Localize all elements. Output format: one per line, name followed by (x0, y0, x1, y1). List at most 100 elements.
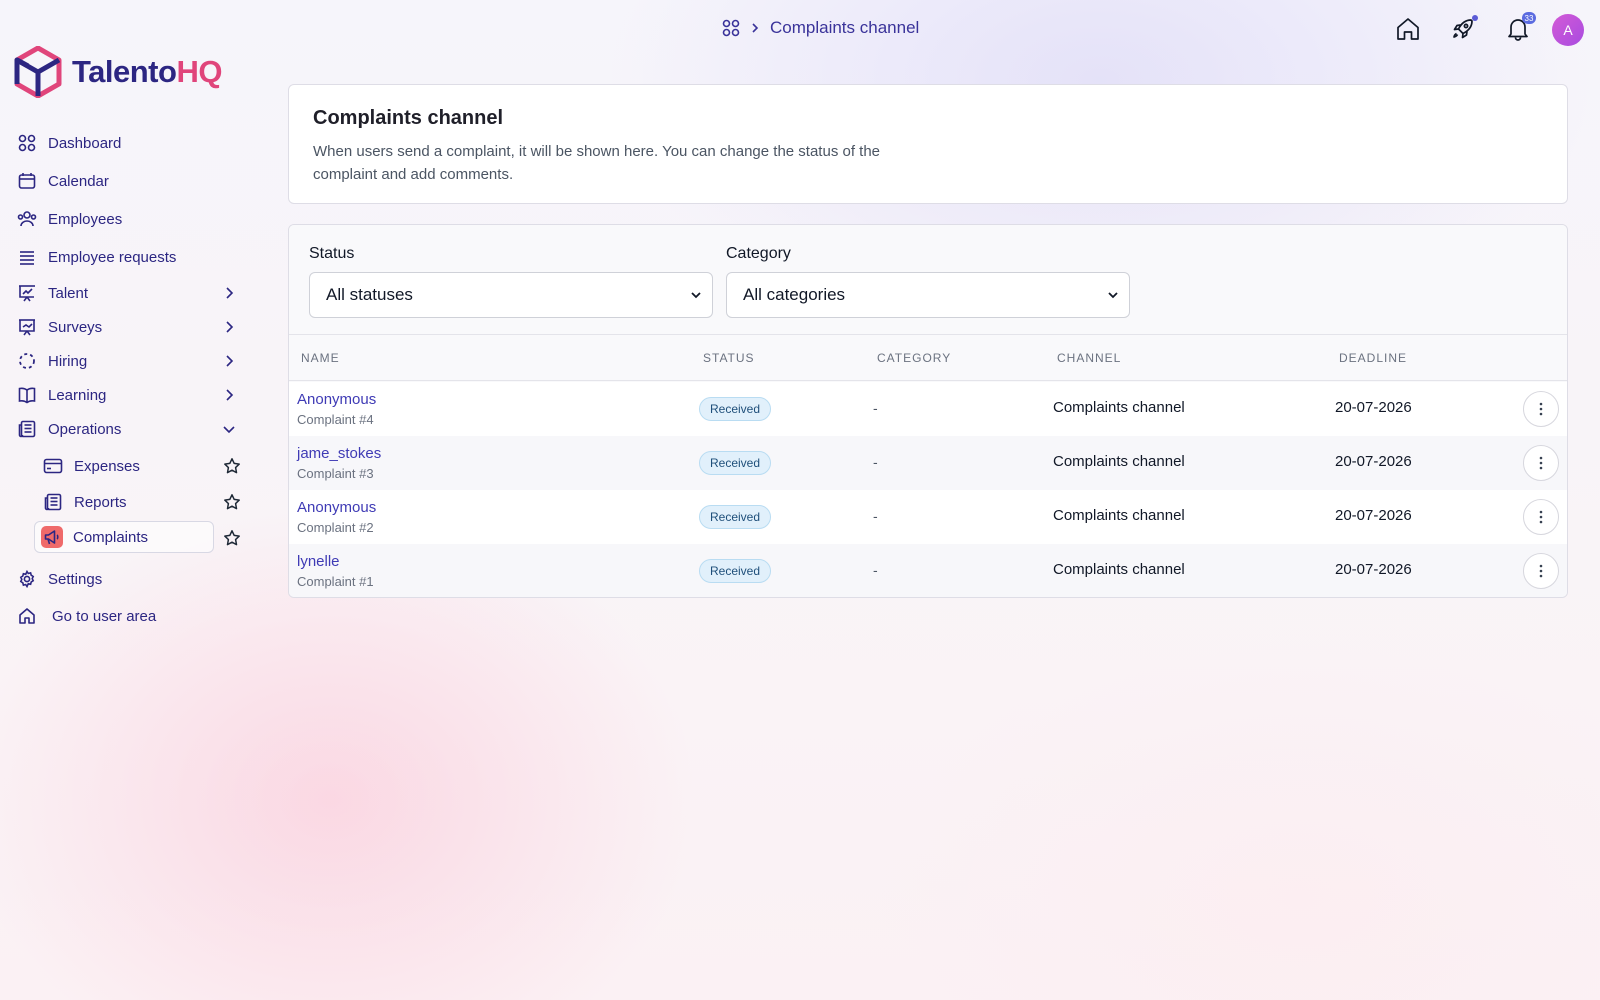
sidebar-item-employees[interactable]: Employees (16, 204, 244, 234)
sidebar-item-label: Reports (74, 493, 127, 511)
row-actions-button[interactable] (1523, 499, 1559, 535)
category-cell: - (873, 400, 878, 416)
cube-logo-icon (14, 46, 62, 98)
sidebar-item-employee-requests[interactable]: Employee requests (16, 242, 244, 272)
channel-cell: Complaints channel (1053, 561, 1185, 578)
column-header-name[interactable]: NAME (301, 351, 340, 365)
chevron-right-icon (220, 386, 238, 404)
newspaper-icon (16, 418, 38, 440)
column-header-category[interactable]: CATEGORY (877, 351, 951, 365)
chevron-right-icon (220, 284, 238, 302)
sidebar-item-label: Employees (48, 210, 123, 228)
complaint-author-link[interactable]: lynelle (297, 553, 374, 570)
grid-icon[interactable] (722, 19, 740, 37)
presentation-icon (16, 316, 38, 338)
status-badge: Received (699, 451, 772, 475)
dashboard-icon (16, 132, 38, 154)
column-header-channel[interactable]: CHANNEL (1057, 351, 1121, 365)
complaint-author-link[interactable]: jame_stokes (297, 445, 381, 462)
column-header-status[interactable]: STATUS (703, 351, 755, 365)
deadline-cell: 20-07-2026 (1335, 453, 1412, 470)
chevron-right-icon (748, 21, 762, 35)
book-icon (16, 384, 38, 406)
status-badge: Received (699, 559, 772, 583)
newspaper-icon (42, 491, 64, 513)
sidebar-item-learning[interactable]: Learning (16, 380, 244, 410)
deadline-cell: 20-07-2026 (1335, 561, 1412, 578)
sidebar-item-settings[interactable]: Settings (16, 564, 244, 594)
category-cell: - (873, 562, 878, 578)
table-header: NAME STATUS CATEGORY CHANNEL DEADLINE (289, 335, 1567, 381)
complaint-name-cell: lynelle Complaint #1 (297, 553, 374, 589)
deadline-cell: 20-07-2026 (1335, 507, 1412, 524)
dashed-circle-icon (16, 350, 38, 372)
complaint-number: Complaint #4 (297, 412, 374, 427)
sidebar: TalentoHQ Dashboard Calendar Employees E… (0, 0, 260, 1000)
complaints-list-card: Status All statuses Category All categor… (288, 224, 1568, 598)
row-actions-button[interactable] (1523, 391, 1559, 427)
status-select[interactable]: All statuses (309, 272, 713, 318)
sidebar-item-go-to-user-area[interactable]: Go to user area (16, 601, 244, 631)
sidebar-item-label: Settings (48, 570, 103, 588)
complaint-name-cell: Anonymous Complaint #2 (297, 499, 376, 535)
sidebar-item-hiring[interactable]: Hiring (16, 346, 244, 376)
list-icon (16, 246, 38, 268)
deadline-cell: 20-07-2026 (1335, 399, 1412, 416)
update-indicator-dot (1472, 15, 1478, 21)
category-select[interactable]: All categories (726, 272, 1130, 318)
sidebar-item-label: Talent (48, 284, 89, 302)
sidebar-item-dashboard[interactable]: Dashboard (16, 128, 244, 158)
sidebar-item-expenses[interactable]: Expenses (34, 450, 242, 482)
table-row[interactable]: jame_stokes Complaint #3 Received - Comp… (289, 436, 1567, 490)
sidebar-item-surveys[interactable]: Surveys (16, 312, 244, 342)
sidebar-item-reports[interactable]: Reports (34, 486, 242, 518)
category-cell: - (873, 508, 878, 524)
sidebar-item-label: Calendar (48, 172, 109, 190)
favorite-star-icon[interactable] (223, 529, 241, 547)
sidebar-item-label: Dashboard (48, 134, 122, 152)
users-icon (16, 208, 38, 230)
sidebar-item-label: Surveys (48, 318, 103, 336)
breadcrumb: Complaints channel (722, 18, 919, 38)
notification-badge: 33 (1522, 12, 1536, 24)
gear-icon (16, 568, 38, 590)
channel-cell: Complaints channel (1053, 453, 1185, 470)
complaint-author-link[interactable]: Anonymous (297, 499, 376, 516)
column-header-deadline[interactable]: DEADLINE (1339, 351, 1407, 365)
sidebar-item-label: Hiring (48, 352, 88, 370)
complaint-author-link[interactable]: Anonymous (297, 391, 376, 408)
page-header-card: Complaints channel When users send a com… (288, 84, 1568, 204)
chevron-down-icon (220, 420, 238, 438)
row-actions-button[interactable] (1523, 445, 1559, 481)
sidebar-item-label: Complaints (73, 528, 149, 546)
table-row[interactable]: Anonymous Complaint #4 Received - Compla… (289, 382, 1567, 436)
complaint-number: Complaint #3 (297, 466, 374, 481)
home-icon[interactable] (1395, 16, 1421, 42)
megaphone-icon (41, 526, 63, 548)
sidebar-item-complaints[interactable]: Complaints (34, 521, 214, 553)
category-cell: - (873, 454, 878, 470)
sidebar-item-calendar[interactable]: Calendar (16, 166, 244, 196)
complaint-number: Complaint #2 (297, 520, 374, 535)
category-filter-label: Category (726, 245, 791, 262)
chevron-down-icon (690, 289, 702, 301)
status-badge: Received (699, 505, 772, 529)
filters-bar: Status All statuses Category All categor… (289, 225, 1567, 335)
brand-name: TalentoHQ (72, 54, 222, 89)
table-row[interactable]: lynelle Complaint #1 Received - Complain… (289, 544, 1567, 597)
brand-logo[interactable]: TalentoHQ (14, 46, 222, 98)
more-vertical-icon (1539, 564, 1543, 578)
sidebar-item-operations[interactable]: Operations (16, 414, 244, 444)
calendar-icon (16, 170, 38, 192)
sidebar-item-label: Employee requests (48, 248, 177, 266)
avatar[interactable]: A (1552, 14, 1584, 46)
table-row[interactable]: Anonymous Complaint #2 Received - Compla… (289, 490, 1567, 544)
sidebar-item-label: Learning (48, 386, 107, 404)
favorite-star-icon[interactable] (223, 493, 241, 511)
sidebar-item-talent[interactable]: Talent (16, 278, 244, 308)
page-description: When users send a complaint, it will be … (313, 143, 881, 183)
sidebar-item-label: Expenses (74, 457, 140, 475)
favorite-star-icon[interactable] (223, 457, 241, 475)
row-actions-button[interactable] (1523, 553, 1559, 589)
page-title: Complaints channel (313, 107, 504, 129)
